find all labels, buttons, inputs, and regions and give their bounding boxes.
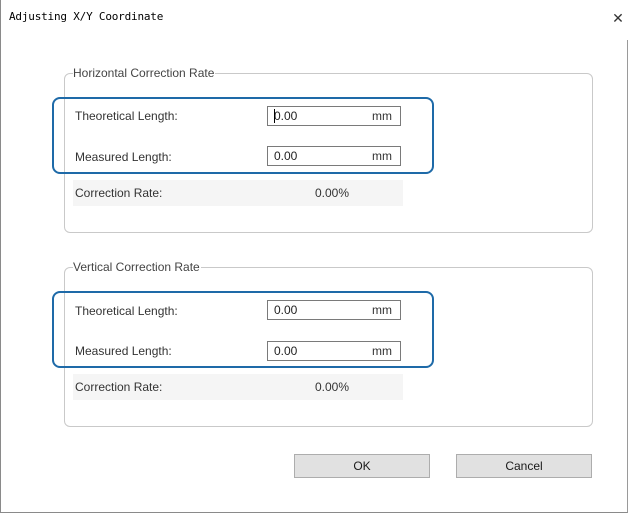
vertical-measured-input[interactable]: 0.00 mm xyxy=(267,341,401,361)
vertical-rate-value: 0.00% xyxy=(315,380,350,394)
vertical-measured-unit: mm xyxy=(372,344,392,358)
vertical-correction-group: Vertical Correction Rate Theoretical Len… xyxy=(64,260,593,427)
ok-button[interactable]: OK xyxy=(294,454,430,478)
title-bar: Adjusting X/Y Coordinate ✕ xyxy=(1,0,629,40)
vertical-theoretical-label: Theoretical Length: xyxy=(75,304,178,318)
text-caret xyxy=(274,109,275,123)
horizontal-theoretical-unit: mm xyxy=(372,109,392,123)
cancel-button[interactable]: Cancel xyxy=(456,454,592,478)
vertical-theoretical-unit: mm xyxy=(372,303,392,317)
vertical-theoretical-input[interactable]: 0.00 mm xyxy=(267,300,401,320)
horizontal-measured-value: 0.00 xyxy=(274,149,298,163)
vertical-measured-label: Measured Length: xyxy=(75,344,172,358)
vertical-measured-value: 0.00 xyxy=(274,344,298,358)
horizontal-measured-input[interactable]: 0.00 mm xyxy=(267,146,401,166)
window-title: Adjusting X/Y Coordinate xyxy=(9,10,164,23)
horizontal-theoretical-input[interactable]: 0.00 mm xyxy=(267,106,401,126)
vertical-theoretical-value: 0.00 xyxy=(274,303,298,317)
vertical-rate-label: Correction Rate: xyxy=(75,380,163,394)
horizontal-theoretical-value: 0.00 xyxy=(274,109,298,123)
vertical-group-legend: Vertical Correction Rate xyxy=(73,260,201,274)
adjust-xy-dialog: Adjusting X/Y Coordinate ✕ Horizontal Co… xyxy=(0,0,629,513)
close-icon[interactable]: ✕ xyxy=(607,8,629,30)
horizontal-correction-group: Horizontal Correction Rate Theoretical L… xyxy=(64,66,593,233)
horizontal-theoretical-label: Theoretical Length: xyxy=(75,109,178,123)
horizontal-group-legend: Horizontal Correction Rate xyxy=(73,66,216,80)
horizontal-measured-label: Measured Length: xyxy=(75,150,172,164)
horizontal-rate-value: 0.00% xyxy=(315,186,350,200)
horizontal-rate-label: Correction Rate: xyxy=(75,186,163,200)
horizontal-measured-unit: mm xyxy=(372,149,392,163)
